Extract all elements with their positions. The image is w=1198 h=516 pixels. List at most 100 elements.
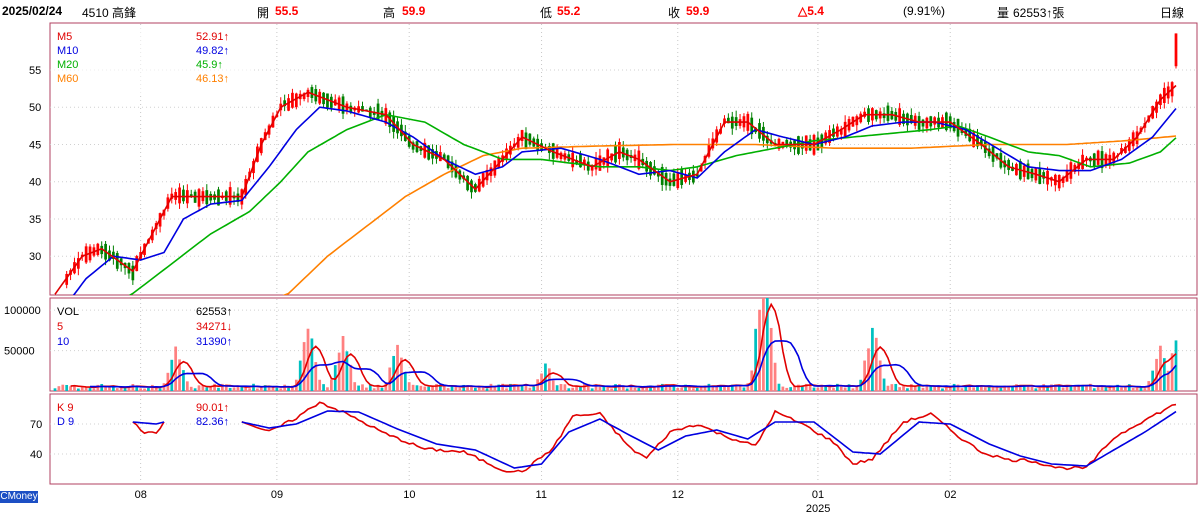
volume-bar xyxy=(197,385,201,391)
kd-tick-40: 40 xyxy=(30,449,42,461)
volume-bar xyxy=(855,386,859,391)
volume-bar xyxy=(991,387,995,391)
kd-legend-d9: D 9 xyxy=(57,416,74,428)
legend-m5: M5 xyxy=(57,31,72,43)
volume-bar xyxy=(551,380,555,391)
candle-body xyxy=(182,189,185,202)
volume-bar xyxy=(641,387,645,391)
volume-bar xyxy=(1011,386,1014,391)
volume-bar xyxy=(691,388,695,391)
legend-m10-value: 49.82↑ xyxy=(196,45,229,57)
kd-tick-70: 70 xyxy=(30,419,42,431)
volume-bar xyxy=(477,386,481,391)
volume-tick-50000: 50000 xyxy=(4,346,35,358)
volume-bar xyxy=(213,383,216,391)
volume-bar xyxy=(256,388,259,391)
volume-bar xyxy=(812,387,816,391)
price-tick-55: 55 xyxy=(29,65,41,77)
volume-bar xyxy=(769,327,773,391)
legend-m60-value: 46.13↑ xyxy=(196,73,229,85)
volume-bar xyxy=(119,387,123,391)
volume-bar xyxy=(1139,387,1143,391)
volume-bar xyxy=(474,387,477,391)
volume-bar xyxy=(528,387,532,391)
volume-bar xyxy=(419,385,423,391)
volume-bar xyxy=(563,384,567,391)
volume-bar xyxy=(1096,387,1100,391)
x-tick-label-09: 09 xyxy=(271,489,283,501)
x-tick-label-12: 12 xyxy=(672,489,684,501)
stock-chart: 08 09 10 11 12 01 02 2025 30 35 40 45 50 55 50000 10000… xyxy=(4,22,1198,515)
volume-bar xyxy=(1077,386,1081,391)
volume-bar xyxy=(1034,388,1038,391)
candle-body xyxy=(294,93,298,108)
candle-body xyxy=(1174,33,1178,67)
volume-bar xyxy=(69,386,72,391)
candle-body xyxy=(1007,159,1010,170)
volume-bar xyxy=(789,387,793,391)
volume-bar xyxy=(407,382,411,391)
volume-bar xyxy=(61,384,65,391)
volume-bar xyxy=(248,388,251,391)
volume-bar xyxy=(411,384,415,391)
volume-bar xyxy=(322,384,325,391)
candle-body xyxy=(520,130,524,142)
volume-bar xyxy=(832,388,835,391)
volume-bar xyxy=(232,387,236,391)
price-tick-45: 45 xyxy=(29,139,41,151)
year-label: 2025 xyxy=(806,503,830,515)
volume-bar xyxy=(1131,387,1135,391)
legend-m20: M20 xyxy=(57,59,78,71)
volume-bar xyxy=(843,387,847,391)
volume-bar xyxy=(571,387,575,391)
volume-bar xyxy=(1038,387,1042,391)
candle-body xyxy=(178,187,181,204)
volume-legend-5-value: 34271↓ xyxy=(196,321,232,333)
volume-bar xyxy=(1046,387,1049,391)
volume-bar xyxy=(326,387,329,391)
volume-bar xyxy=(1030,386,1034,391)
volume-bar xyxy=(53,388,57,391)
volume-bar xyxy=(960,388,964,391)
volume-bar xyxy=(236,386,240,391)
candle-body xyxy=(524,132,528,150)
volume-bar xyxy=(380,387,384,391)
volume-bar xyxy=(259,387,263,391)
volume-bar xyxy=(878,360,882,391)
volume-bar xyxy=(1135,387,1139,391)
volume-bar xyxy=(228,387,232,391)
volume-bar xyxy=(516,385,520,391)
volume-bar xyxy=(92,388,96,391)
volume-legend-10-value: 31390↑ xyxy=(196,336,232,348)
volume-bar xyxy=(890,384,894,391)
volume-bar xyxy=(185,381,189,391)
candle-body xyxy=(528,133,532,145)
volume-bar xyxy=(427,386,431,391)
volume-bar xyxy=(921,387,925,391)
kd-legend-k9: K 9 xyxy=(57,402,74,414)
candle-body xyxy=(287,98,290,111)
volume-bar xyxy=(598,387,602,391)
volume-bar xyxy=(310,338,314,391)
volume-bar xyxy=(999,387,1003,391)
volume-legend-10: 10 xyxy=(57,336,69,348)
volume-bar xyxy=(446,388,450,391)
volume-bar xyxy=(252,383,255,391)
volume-bar xyxy=(349,364,353,391)
volume-bar xyxy=(863,360,866,391)
volume-bar xyxy=(567,388,571,391)
volume-bar xyxy=(606,388,610,391)
volume-bar xyxy=(777,383,781,391)
volume-bar xyxy=(983,387,987,391)
volume-bar xyxy=(431,386,434,391)
volume-bar xyxy=(415,385,419,391)
volume-bar xyxy=(711,386,715,391)
volume-bar xyxy=(980,386,983,391)
volume-bar xyxy=(894,383,898,391)
x-tick-label-08: 08 xyxy=(135,489,147,501)
price-tick-35: 35 xyxy=(29,214,41,226)
volume-bar xyxy=(882,378,886,391)
volume-bar xyxy=(365,387,368,391)
x-tick-label-10: 10 xyxy=(403,489,415,501)
volume-bar xyxy=(470,386,473,391)
